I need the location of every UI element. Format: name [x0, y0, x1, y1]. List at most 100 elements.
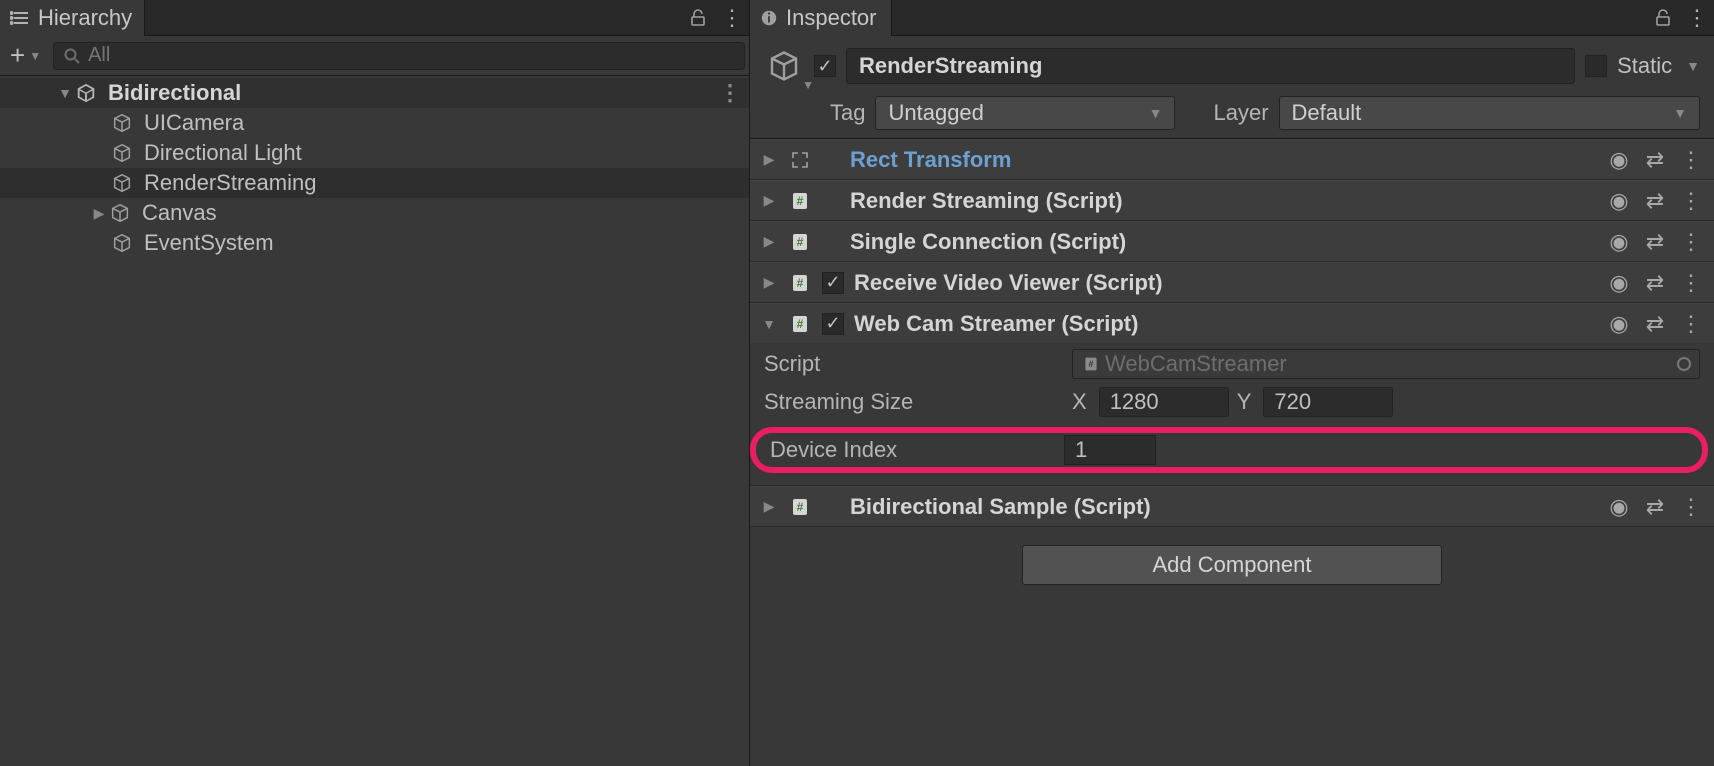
script-property: Script # WebCamStreamer — [764, 349, 1700, 379]
hierarchy-item-label: UICamera — [144, 110, 244, 136]
hierarchy-item-label: RenderStreaming — [144, 170, 316, 196]
component-bidirectional-sample: # Bidirectional Sample (Script) ◉ ⇄ ⋮ — [750, 486, 1714, 527]
preset-icon[interactable]: ⇄ — [1642, 147, 1668, 173]
hierarchy-tab[interactable]: Hierarchy — [0, 0, 145, 36]
search-icon — [64, 48, 80, 64]
chevron-down-icon: ▼ — [1673, 105, 1687, 121]
hierarchy-search-input[interactable] — [88, 44, 734, 67]
component-render-streaming: # Render Streaming (Script) ◉ ⇄ ⋮ — [750, 180, 1714, 221]
help-icon[interactable]: ◉ — [1606, 494, 1632, 520]
hierarchy-item-directional-light[interactable]: Directional Light — [0, 138, 749, 168]
add-component-label: Add Component — [1153, 552, 1312, 578]
preset-icon[interactable]: ⇄ — [1642, 311, 1668, 337]
help-icon[interactable]: ◉ — [1606, 147, 1632, 173]
hierarchy-tree: Bidirectional ⋮ UICamera Directional Lig… — [0, 76, 749, 766]
inspector-tab[interactable]: Inspector — [750, 0, 892, 36]
gameobject-icon — [110, 171, 134, 195]
scene-name: Bidirectional — [108, 80, 241, 106]
scene-kebab-icon[interactable]: ⋮ — [719, 80, 741, 106]
foldout-icon[interactable] — [760, 316, 778, 332]
kebab-icon[interactable]: ⋮ — [1678, 188, 1704, 214]
tag-value: Untagged — [888, 100, 983, 126]
inspector-tab-bar: Inspector ⋮ — [750, 0, 1714, 36]
tag-dropdown[interactable]: Untagged ▼ — [875, 96, 1175, 130]
hierarchy-toolbar: + ▼ — [0, 36, 749, 76]
preset-icon[interactable]: ⇄ — [1642, 188, 1668, 214]
gameobject-icon — [108, 201, 132, 225]
component-header[interactable]: # Single Connection (Script) ◉ ⇄ ⋮ — [750, 221, 1714, 261]
hierarchy-tab-bar: Hierarchy ⋮ — [0, 0, 749, 36]
kebab-icon[interactable]: ⋮ — [1678, 270, 1704, 296]
svg-text:#: # — [797, 317, 804, 331]
hierarchy-add-button[interactable]: + ▼ — [4, 38, 47, 73]
preset-icon[interactable]: ⇄ — [1642, 229, 1668, 255]
script-reference-field[interactable]: # WebCamStreamer — [1072, 349, 1700, 379]
streaming-size-y-input[interactable] — [1263, 387, 1393, 417]
kebab-icon[interactable]: ⋮ — [1678, 311, 1704, 337]
svg-text:#: # — [797, 276, 804, 290]
hierarchy-search[interactable] — [53, 42, 745, 70]
hierarchy-lock-icon[interactable] — [681, 0, 715, 36]
kebab-icon[interactable]: ⋮ — [1678, 229, 1704, 255]
foldout-icon[interactable] — [90, 205, 108, 222]
gameobject-enabled-checkbox[interactable] — [814, 55, 836, 77]
help-icon[interactable]: ◉ — [1606, 270, 1632, 296]
hierarchy-item-eventsystem[interactable]: EventSystem — [0, 228, 749, 258]
y-label: Y — [1237, 389, 1252, 415]
foldout-icon[interactable] — [760, 274, 778, 291]
scene-root[interactable]: Bidirectional ⋮ — [0, 78, 749, 108]
gameobject-name-input[interactable] — [846, 48, 1575, 84]
object-picker-icon[interactable] — [1677, 357, 1691, 371]
property-label: Device Index — [762, 437, 1056, 463]
static-label: Static — [1617, 53, 1672, 79]
component-header[interactable]: # Render Streaming (Script) ◉ ⇄ ⋮ — [750, 180, 1714, 220]
component-title: Rect Transform — [850, 147, 1011, 173]
streaming-size-x-input[interactable] — [1099, 387, 1229, 417]
inspector-lock-icon[interactable] — [1646, 0, 1680, 36]
foldout-icon[interactable] — [760, 498, 778, 515]
gameobject-icon[interactable]: ▼ — [764, 46, 804, 86]
component-header[interactable]: Rect Transform ◉ ⇄ ⋮ — [750, 139, 1714, 179]
hierarchy-item-uicamera[interactable]: UICamera — [0, 108, 749, 138]
static-checkbox[interactable] — [1585, 55, 1607, 77]
script-icon: # — [788, 271, 812, 295]
inspector-menu-icon[interactable]: ⋮ — [1680, 0, 1714, 36]
hierarchy-list-icon — [10, 8, 30, 28]
component-header[interactable]: # Web Cam Streamer (Script) ◉ ⇄ ⋮ — [750, 303, 1714, 343]
chevron-down-icon[interactable]: ▼ — [1686, 58, 1700, 74]
chevron-down-icon: ▼ — [1149, 105, 1163, 121]
hierarchy-item-renderstreaming[interactable]: RenderStreaming — [0, 168, 749, 198]
component-title: Bidirectional Sample (Script) — [850, 494, 1151, 520]
script-icon: # — [788, 495, 812, 519]
foldout-icon[interactable] — [760, 151, 778, 168]
hierarchy-menu-icon[interactable]: ⋮ — [715, 0, 749, 36]
foldout-icon[interactable] — [56, 85, 74, 101]
script-icon: # — [788, 230, 812, 254]
script-icon: # — [788, 189, 812, 213]
component-enable-checkbox[interactable] — [822, 313, 844, 335]
component-header[interactable]: # Bidirectional Sample (Script) ◉ ⇄ ⋮ — [750, 486, 1714, 526]
layer-dropdown[interactable]: Default ▼ — [1279, 96, 1700, 130]
component-title: Render Streaming (Script) — [850, 188, 1123, 214]
hierarchy-panel: Hierarchy ⋮ + ▼ Bidirectional ⋮ — [0, 0, 750, 766]
preset-icon[interactable]: ⇄ — [1642, 270, 1668, 296]
component-enable-checkbox[interactable] — [822, 272, 844, 294]
device-index-input[interactable] — [1064, 435, 1156, 465]
help-icon[interactable]: ◉ — [1606, 311, 1632, 337]
help-icon[interactable]: ◉ — [1606, 229, 1632, 255]
inspector-tab-label: Inspector — [786, 5, 877, 31]
add-component-button[interactable]: Add Component — [1022, 545, 1442, 585]
hierarchy-item-canvas[interactable]: Canvas — [0, 198, 749, 228]
kebab-icon[interactable]: ⋮ — [1678, 494, 1704, 520]
gameobject-icon — [110, 111, 134, 135]
x-label: X — [1072, 389, 1087, 415]
property-label: Streaming Size — [764, 389, 1064, 415]
foldout-icon[interactable] — [760, 192, 778, 209]
preset-icon[interactable]: ⇄ — [1642, 494, 1668, 520]
component-header[interactable]: # Receive Video Viewer (Script) ◉ ⇄ ⋮ — [750, 262, 1714, 302]
help-icon[interactable]: ◉ — [1606, 188, 1632, 214]
layer-value: Default — [1292, 100, 1362, 126]
foldout-icon[interactable] — [760, 233, 778, 250]
component-body: Script # WebCamStreamer Streaming Size X… — [750, 343, 1714, 485]
kebab-icon[interactable]: ⋮ — [1678, 147, 1704, 173]
